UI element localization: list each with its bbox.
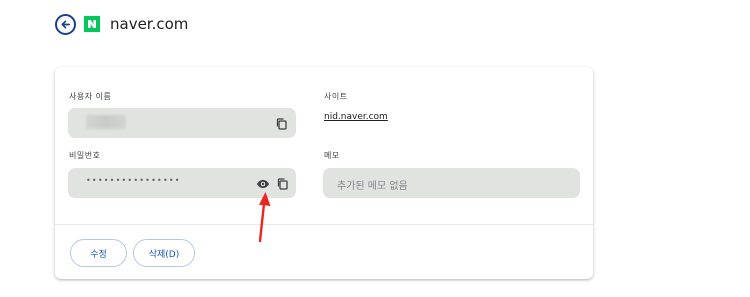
copy-icon[interactable] (275, 116, 291, 132)
back-arrow-icon (61, 19, 70, 29)
password-label: 비밀번호 (69, 151, 101, 160)
username-label: 사용자 이름 (69, 92, 112, 101)
edit-button[interactable]: 수정 (70, 239, 127, 267)
memo-field[interactable]: 추가된 메모 없음 (323, 168, 580, 198)
copy-icon[interactable] (276, 176, 292, 192)
memo-label: 메모 (324, 151, 340, 160)
site-title: naver.com (110, 15, 189, 33)
back-button[interactable] (55, 13, 76, 35)
username-field[interactable] (68, 108, 296, 138)
site-link[interactable]: nid.naver.com (324, 112, 388, 122)
naver-logo-icon (84, 16, 100, 32)
delete-button[interactable]: 삭제(D) (133, 239, 195, 267)
annotation-arrow (258, 192, 271, 243)
password-value: •••••••••••••••• (86, 176, 181, 185)
eye-icon[interactable] (256, 176, 272, 192)
masked-username (86, 115, 126, 129)
memo-placeholder: 추가된 메모 없음 (337, 181, 408, 192)
password-detail-card: 사용자 이름 비밀번호 •••••••••••••••• 사이트 nid.nav… (55, 67, 593, 279)
page-header: naver.com (55, 11, 188, 37)
site-label: 사이트 (324, 92, 348, 101)
card-divider (55, 224, 593, 225)
